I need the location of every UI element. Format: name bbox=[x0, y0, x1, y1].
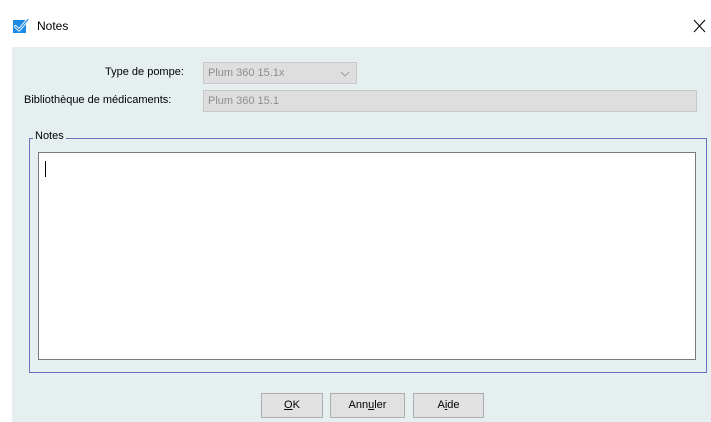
title-bar[interactable]: Notes bbox=[0, 0, 711, 47]
pump-type-label: Type de pompe: bbox=[105, 66, 184, 78]
pump-type-value: Plum 360 15.1x bbox=[208, 67, 285, 79]
drug-library-field[interactable]: Plum 360 15.1 bbox=[203, 90, 697, 112]
chevron-down-icon bbox=[340, 71, 350, 77]
drug-library-value: Plum 360 15.1 bbox=[208, 95, 279, 107]
notes-dialog: Notes Type de pompe: Plum 360 15.1x Bibl… bbox=[0, 0, 711, 422]
checkbox-icon bbox=[13, 18, 30, 33]
notes-textarea[interactable] bbox=[38, 152, 696, 360]
help-button[interactable]: Aide bbox=[413, 393, 484, 418]
window-title: Notes bbox=[37, 19, 69, 33]
drug-library-label: Bibliothèque de médicaments: bbox=[24, 94, 172, 106]
notes-group-label: Notes bbox=[33, 130, 66, 142]
cancel-button[interactable]: Annuler bbox=[330, 393, 405, 418]
close-icon[interactable] bbox=[692, 15, 711, 37]
ok-button[interactable]: OK bbox=[261, 393, 323, 418]
text-cursor bbox=[45, 161, 46, 177]
pump-type-dropdown[interactable]: Plum 360 15.1x bbox=[203, 62, 357, 84]
